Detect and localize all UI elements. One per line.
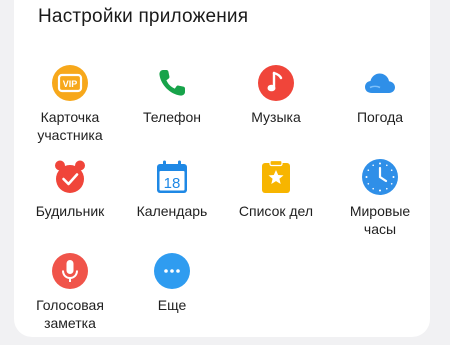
app-label: Мировые часы — [349, 203, 411, 237]
calendar-day: 18 — [164, 175, 181, 192]
app-label: Карточка участника — [37, 109, 103, 143]
app-label: Календарь — [136, 203, 208, 219]
app-label: Погода — [356, 109, 404, 125]
app-label: Телефон — [142, 109, 202, 125]
app-label: Еще — [157, 297, 187, 313]
app-label: Музыка — [251, 109, 301, 125]
more-icon — [153, 252, 191, 290]
app-label: Будильник — [35, 203, 105, 219]
calendar-icon: 18 — [153, 158, 191, 196]
app-label: Список дел — [238, 203, 314, 219]
app-settings-panel: Настройки приложения VIP Карточка участн… — [14, 0, 430, 337]
music-icon — [257, 64, 295, 102]
world-clock-icon — [361, 158, 399, 196]
cloud-icon — [361, 64, 399, 102]
todo-list-icon — [257, 158, 295, 196]
voice-memo-icon — [51, 252, 89, 290]
svg-text:VIP: VIP — [63, 79, 78, 89]
page-title: Настройки приложения — [38, 6, 249, 27]
phone-icon — [153, 64, 191, 102]
alarm-clock-icon — [51, 158, 89, 196]
app-label: Голосовая заметка — [36, 297, 104, 331]
vip-card-icon: VIP — [51, 64, 89, 102]
